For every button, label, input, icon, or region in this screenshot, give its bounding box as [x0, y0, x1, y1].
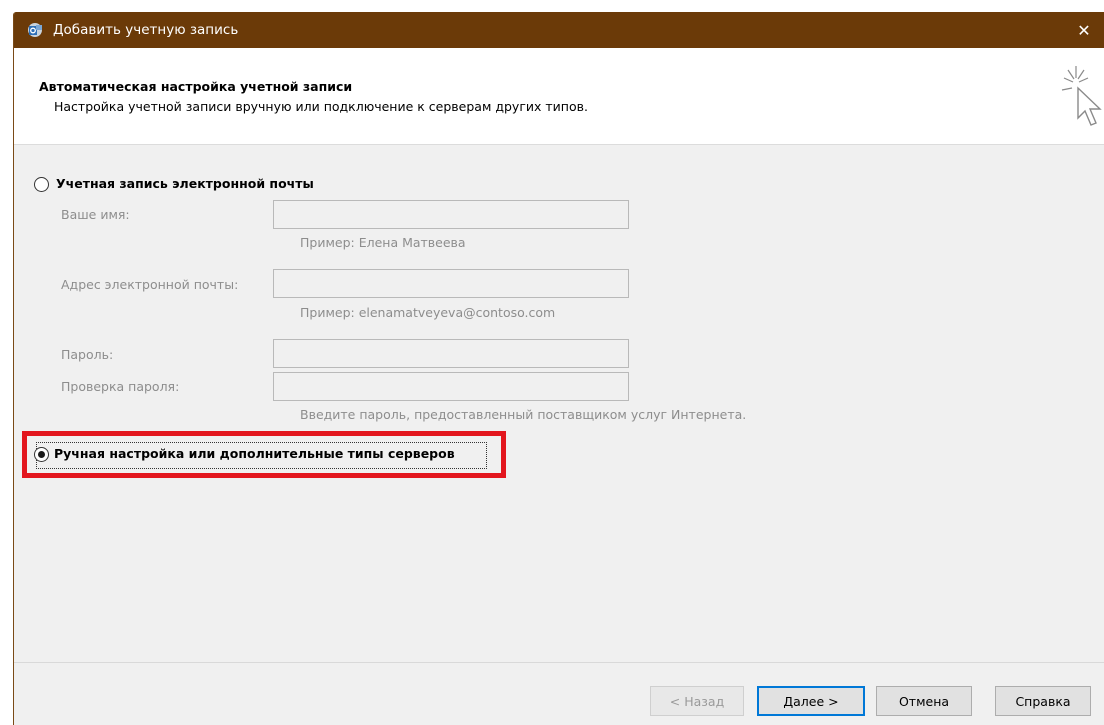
back-button[interactable]: < Назад: [650, 686, 744, 716]
help-button[interactable]: Справка: [995, 686, 1091, 716]
next-button[interactable]: Далее >: [757, 686, 865, 716]
email-account-label[interactable]: Учетная запись электронной почты: [56, 176, 314, 191]
close-icon: ✕: [1077, 20, 1091, 40]
wizard-header: Автоматическая настройка учетной записи …: [14, 48, 1104, 145]
page-title: Автоматическая настройка учетной записи: [39, 79, 353, 94]
email-account-radio[interactable]: [34, 177, 49, 192]
name-field[interactable]: [273, 200, 629, 229]
footer-divider: [14, 662, 1104, 663]
close-button[interactable]: ✕: [1064, 12, 1104, 48]
email-field[interactable]: [273, 269, 629, 298]
manual-setup-label[interactable]: Ручная настройка или дополнительные типы…: [54, 446, 455, 461]
password-confirm-field[interactable]: [273, 372, 629, 401]
password-field[interactable]: [273, 339, 629, 368]
cancel-button[interactable]: Отмена: [876, 686, 972, 716]
add-account-dialog: Добавить учетную запись ✕ Автоматическая…: [13, 12, 1104, 725]
name-label: Ваше имя:: [61, 207, 130, 222]
password-label: Пароль:: [61, 347, 114, 362]
password-confirm-label: Проверка пароля:: [61, 379, 180, 394]
name-hint: Пример: Елена Матвеева: [300, 235, 466, 250]
title-bar: Добавить учетную запись ✕: [14, 12, 1104, 48]
email-label: Адрес электронной почты:: [61, 277, 239, 292]
wizard-cursor-sparkle-icon: [1054, 62, 1104, 132]
manual-setup-radio[interactable]: [34, 447, 49, 462]
page-subtitle: Настройка учетной записи вручную или под…: [54, 99, 588, 114]
window-title: Добавить учетную запись: [53, 22, 239, 38]
password-hint: Введите пароль, предоставленный поставщи…: [300, 407, 747, 422]
outlook-app-icon: [27, 22, 43, 38]
email-hint: Пример: elenamatveyeva@contoso.com: [300, 305, 556, 320]
